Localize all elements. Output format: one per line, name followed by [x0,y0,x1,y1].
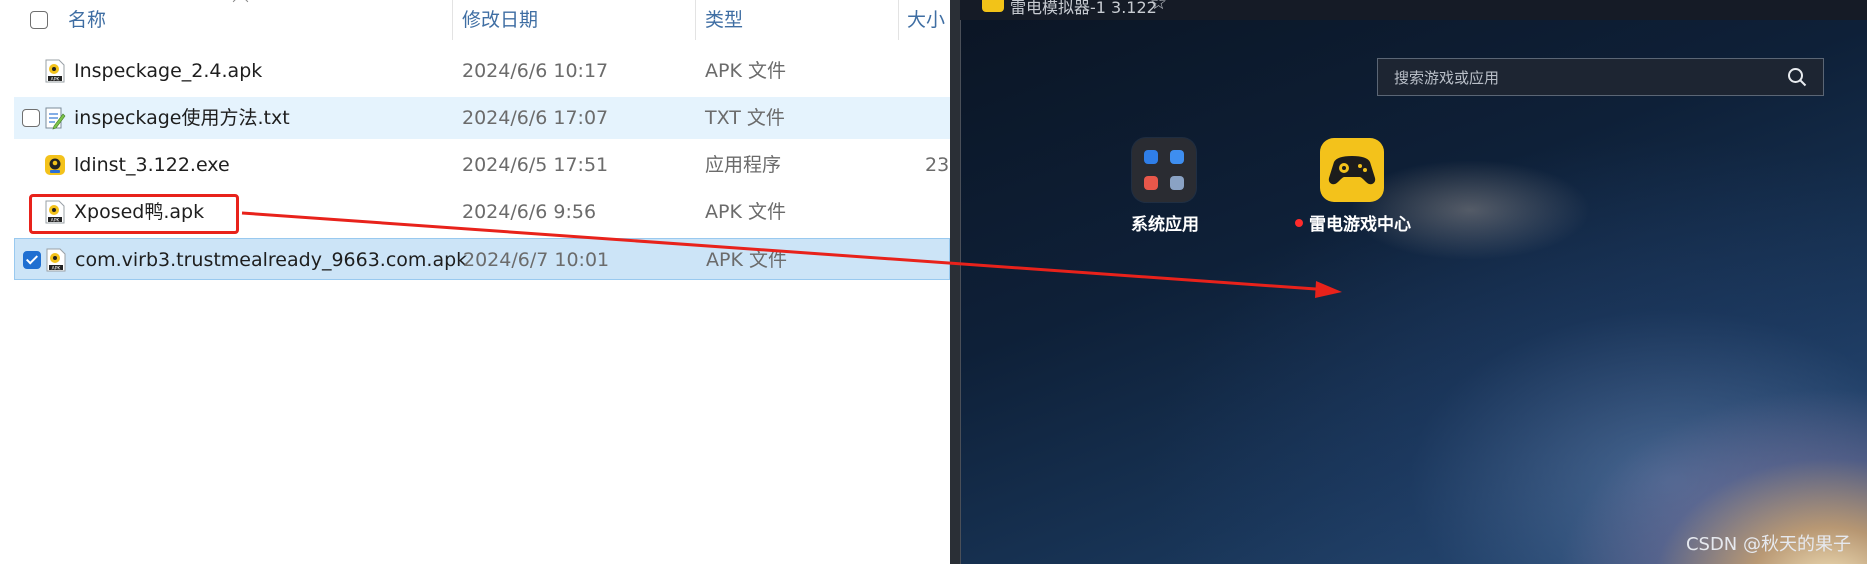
file-type: APK 文件 [705,60,786,82]
file-date: 2024/6/6 17:07 [462,107,609,129]
app-game-center[interactable]: 雷电游戏中心 [1283,138,1423,238]
watermark: CSDN @秋天的果子 [1685,534,1851,555]
column-type[interactable]: 类型 [705,0,743,40]
row-checkbox[interactable] [22,109,40,127]
app-label: 雷电游戏中心 [1283,210,1423,235]
apk-file-icon: APK [45,248,67,272]
emulator-titlebar[interactable]: 雷电模拟器-1 3.122 ☆ [960,0,1867,20]
svg-text:APK: APK [52,266,62,272]
column-divider[interactable] [452,0,453,40]
txt-file-icon [44,106,66,130]
file-type: 应用程序 [705,154,782,176]
app-label: 系统应用 [1131,215,1199,235]
gamepad-icon [1320,138,1384,202]
row-checkbox[interactable] [23,251,41,269]
file-type: APK 文件 [706,249,787,271]
search-bar[interactable] [1377,58,1824,97]
file-row[interactable]: inspeckage使用方法.txt 2024/6/6 17:07 TXT 文件 [14,97,950,139]
search-icon[interactable] [1787,67,1807,87]
file-type: APK 文件 [705,201,786,223]
column-size[interactable]: 大小 [907,0,945,40]
window-splitter[interactable] [950,0,961,564]
emulator-title: 雷电模拟器-1 3.122 [1010,0,1157,17]
column-header: 名称 修改日期 类型 大小 [0,0,950,40]
emulator-window: 雷电模拟器-1 3.122 ☆ 系统应用 雷电游戏中心 CSDN @秋天的果子 [950,0,1867,564]
file-name: inspeckage使用方法.txt [74,107,290,129]
search-input[interactable] [1378,59,1796,97]
app-label-text: 雷电游戏中心 [1309,215,1411,235]
file-explorer: 名称 修改日期 类型 大小 APK Inspeckage_2.4.apk 202… [0,0,950,564]
update-badge [1295,219,1303,227]
file-date: 2024/6/7 10:01 [463,249,610,271]
file-name: ldinst_3.122.exe [74,154,230,176]
file-size: 23 [925,154,950,176]
file-date: 2024/6/6 10:17 [462,60,609,82]
system-apps-folder-icon [1132,138,1196,202]
column-divider[interactable] [695,0,696,40]
column-name[interactable]: 名称 [68,0,106,40]
annotation-highlight-box [29,194,239,234]
ldplayer-logo-icon [982,0,1004,12]
svg-text:APK: APK [51,77,61,83]
exe-installer-icon [44,153,66,177]
file-row[interactable]: APK Inspeckage_2.4.apk 2024/6/6 10:17 AP… [14,50,950,92]
file-name: com.virb3.trustmealready_9663.com.apk [75,249,468,271]
app-system-apps[interactable]: 系统应用 [1095,138,1235,238]
apk-file-icon: APK [44,59,66,83]
select-all-checkbox[interactable] [30,11,48,29]
file-date: 2024/6/6 9:56 [462,201,597,223]
file-name: Inspeckage_2.4.apk [74,60,263,82]
sort-ascending-icon [232,0,249,10]
column-modified-date[interactable]: 修改日期 [462,0,538,40]
file-row[interactable]: ldinst_3.122.exe 2024/6/5 17:51 应用程序 23 [14,144,950,186]
file-type: TXT 文件 [705,107,785,129]
star-icon[interactable]: ☆ [1150,0,1167,14]
column-divider[interactable] [898,0,899,40]
file-date: 2024/6/5 17:51 [462,154,609,176]
file-row[interactable]: APK com.virb3.trustmealready_9663.com.ap… [14,238,950,280]
